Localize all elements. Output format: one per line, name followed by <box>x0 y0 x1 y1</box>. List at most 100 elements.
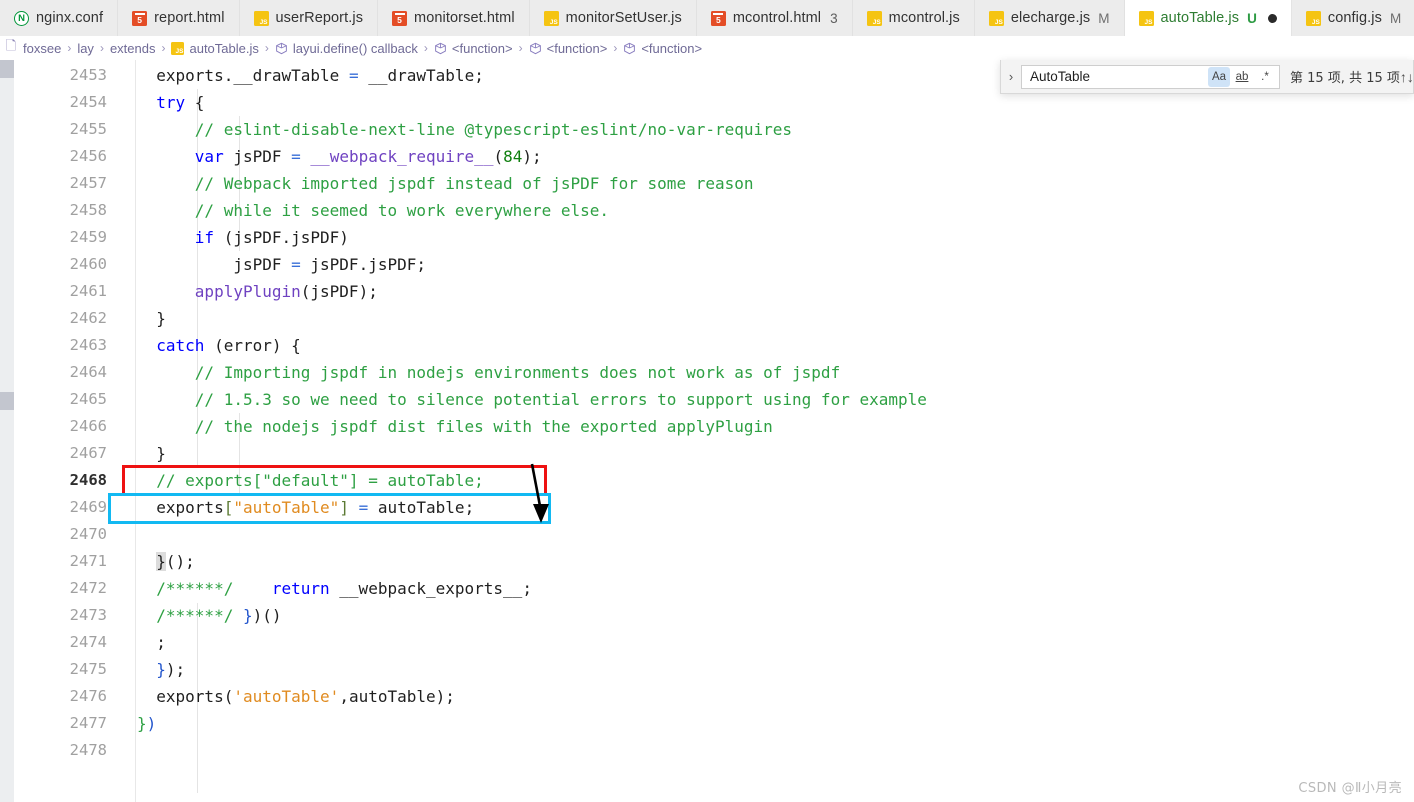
line-source: }); <box>156 660 186 679</box>
breadcrumb-separator: › <box>613 41 618 55</box>
whole-word-toggle[interactable]: ab <box>1231 67 1253 87</box>
tab-mcontrol-js[interactable]: mcontrol.js <box>852 0 975 36</box>
line-number: 2464 <box>69 363 107 381</box>
line-number: 2458 <box>69 201 107 219</box>
search-input[interactable] <box>1030 65 1207 88</box>
breadcrumb-item-function[interactable]: <function> <box>433 41 514 56</box>
code-line[interactable]: 2466 // the nodejs jspdf dist files with… <box>14 413 1414 440</box>
breadcrumb-item-layui-define-callback[interactable]: layui.define() callback <box>274 41 419 56</box>
code-line[interactable]: 2463 catch (error) { <box>14 332 1414 359</box>
line-number: 2453 <box>69 66 107 84</box>
code-line[interactable]: 2455 // eslint-disable-next-line @typesc… <box>14 116 1414 143</box>
line-number: 2462 <box>69 309 107 327</box>
find-previous-button[interactable]: ↑ <box>1400 66 1407 88</box>
whole-word-label: ab <box>1235 70 1249 83</box>
code-line[interactable]: 2478 <box>14 737 1414 764</box>
js-file-icon <box>1305 10 1321 26</box>
js-file-icon <box>543 10 559 26</box>
html-file-icon <box>710 10 726 26</box>
breadcrumb-item-extends[interactable]: extends <box>109 41 157 56</box>
breadcrumb-item-foxsee[interactable]: foxsee <box>22 41 62 56</box>
code-line[interactable]: 2456 var jsPDF = __webpack_require__(84)… <box>14 143 1414 170</box>
tab-report-html[interactable]: report.html <box>118 0 240 36</box>
line-source: try { <box>156 93 205 112</box>
html-file-icon <box>132 10 148 26</box>
line-source: exports.__drawTable = __drawTable; <box>156 66 484 85</box>
code-line[interactable]: 2470 <box>14 521 1414 548</box>
code-line[interactable]: 2458 // while it seemed to work everywhe… <box>14 197 1414 224</box>
code-line[interactable]: 2464 // Importing jspdf in nodejs enviro… <box>14 359 1414 386</box>
code-line[interactable]: 2477}) <box>14 710 1414 737</box>
line-number: 2473 <box>69 606 107 624</box>
line-source: }(); <box>156 552 195 571</box>
line-source: // Importing jspdf in nodejs environment… <box>194 363 841 382</box>
line-source: } <box>156 309 166 328</box>
line-number: 2469 <box>69 498 107 516</box>
editor-overview-ruler[interactable] <box>0 60 14 802</box>
code-line[interactable]: 2468 // exports["default"] = autoTable; <box>14 467 1414 494</box>
line-source: // exports["default"] = autoTable; <box>156 471 484 490</box>
tab-elecharge-js[interactable]: elecharge.js M <box>974 0 1125 36</box>
code-content[interactable]: 2453 exports.__drawTable = __drawTable; 2… <box>14 62 1414 764</box>
tab-mcontrol-html[interactable]: mcontrol.html 3 <box>696 0 853 36</box>
tab-label: autoTable.js <box>1160 10 1240 26</box>
tab-config-js[interactable]: config.js M <box>1291 0 1414 36</box>
breadcrumb-item-function[interactable]: <function> <box>528 41 609 56</box>
code-line[interactable]: 2459 if (jsPDF.jsPDF) <box>14 224 1414 251</box>
vscode-window: nginx.conf report.html userReport.js monito… <box>0 0 1414 802</box>
code-line[interactable]: 2457 // Webpack imported jspdf instead o… <box>14 170 1414 197</box>
code-line[interactable]: 2476 exports('autoTable',autoTable); <box>14 683 1414 710</box>
breadcrumb-item-lay[interactable]: lay <box>76 41 95 56</box>
line-number: 2474 <box>69 633 107 651</box>
tab-dirty-indicator[interactable] <box>1267 13 1277 23</box>
breadcrumb-item-autotable-js[interactable]: autoTable.js <box>170 41 259 56</box>
breadcrumb-label: <function> <box>546 40 608 56</box>
toggle-replace-icon[interactable]: › <box>1001 69 1021 84</box>
tab-nginx-conf[interactable]: nginx.conf <box>0 0 119 36</box>
tab-autotable-js[interactable]: autoTable.js U <box>1124 0 1292 36</box>
js-file-icon <box>866 10 882 26</box>
line-number: 2475 <box>69 660 107 678</box>
code-line[interactable]: 2475 }); <box>14 656 1414 683</box>
breadcrumb: 🗋 foxsee › lay › extends › autoTable.js › layui.… <box>0 36 1414 60</box>
line-number: 2471 <box>69 552 107 570</box>
overview-marker <box>0 60 14 78</box>
code-editor[interactable]: 2453 exports.__drawTable = __drawTable; 2… <box>0 60 1414 802</box>
line-number: 2472 <box>69 579 107 597</box>
line-source: exports["autoTable"] = autoTable; <box>156 498 475 517</box>
line-source: /******/ })() <box>156 606 282 625</box>
match-case-toggle[interactable]: Aa <box>1208 66 1230 87</box>
regex-toggle[interactable]: .* <box>1254 67 1276 87</box>
code-line[interactable]: 2473 /******/ })() <box>14 602 1414 629</box>
tab-monitorsetuser-js[interactable]: monitorSetUser.js <box>529 0 697 36</box>
line-number: 2477 <box>69 714 107 732</box>
breadcrumb-separator: › <box>264 41 269 55</box>
find-widget[interactable]: › Aa ab .* 第 15 项, 共 15 项 ↑ ↓ ✕ <box>1000 60 1414 94</box>
breadcrumb-label: <function> <box>451 40 513 56</box>
code-line[interactable]: 2472 /******/ return __webpack_exports__… <box>14 575 1414 602</box>
code-line[interactable]: 2474 ; <box>14 629 1414 656</box>
find-input-wrapper[interactable]: Aa ab .* <box>1021 64 1280 89</box>
line-number: 2457 <box>69 174 107 192</box>
tab-git-badge: M <box>1389 10 1402 26</box>
line-source: } <box>156 444 166 463</box>
tab-userreport-js[interactable]: userReport.js <box>239 0 379 36</box>
line-number: 2454 <box>69 93 107 111</box>
html-file-icon <box>392 10 408 26</box>
line-source: // the nodejs jspdf dist files with the … <box>194 417 773 436</box>
code-line[interactable]: 2469 exports["autoTable"] = autoTable; <box>14 494 1414 521</box>
code-line[interactable]: 2460 jsPDF = jsPDF.jsPDF; <box>14 251 1414 278</box>
code-line[interactable]: 2471 }(); <box>14 548 1414 575</box>
symbol-function-icon <box>529 42 541 54</box>
tab-git-badge: M <box>1098 10 1110 26</box>
code-line[interactable]: 2465 // 1.5.3 so we need to silence pote… <box>14 386 1414 413</box>
code-line[interactable]: 2467 } <box>14 440 1414 467</box>
line-source: // eslint-disable-next-line @typescript-… <box>194 120 793 139</box>
js-file-icon <box>988 10 1004 26</box>
code-line[interactable]: 2462 } <box>14 305 1414 332</box>
code-line[interactable]: 2461 applyPlugin(jsPDF); <box>14 278 1414 305</box>
tab-monitorset-html[interactable]: monitorset.html <box>378 0 530 36</box>
find-next-button[interactable]: ↓ <box>1407 66 1414 88</box>
breadcrumb-item-function[interactable]: <function> <box>622 41 703 56</box>
line-number: 2465 <box>69 390 107 408</box>
